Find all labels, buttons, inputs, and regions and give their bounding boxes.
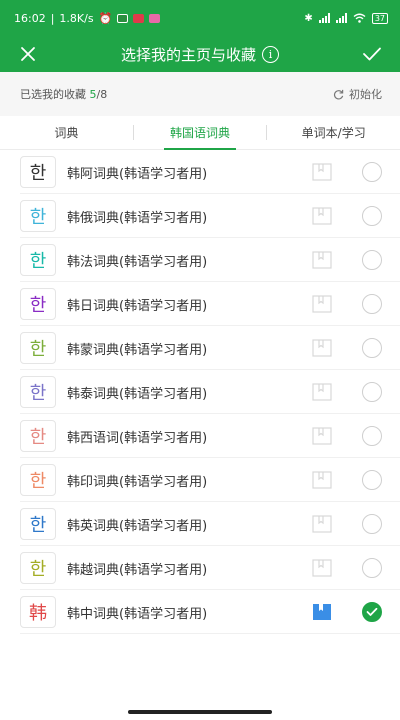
page-title: 选择我的主页与收藏 <box>120 45 256 64</box>
dictionary-badge-icon: 한 <box>20 288 56 320</box>
bookmark-icon[interactable] <box>312 295 332 313</box>
selection-summary: 已选我的收藏 5/8 初始化 <box>0 72 400 116</box>
bluetooth-icon: ✱ <box>304 12 313 24</box>
refresh-icon <box>333 89 344 99</box>
status-bar: 16:02 | 1.8K/s ⏰ ✱ 37 <box>0 0 400 36</box>
dictionary-badge-icon: 한 <box>20 244 56 276</box>
tab-dictionary[interactable]: 词典 <box>0 116 133 149</box>
dictionary-row[interactable]: 한 韩俄词典(韩语学习者用) <box>0 194 400 238</box>
tab-korean-dictionary[interactable]: 韩国语词典 <box>134 116 267 150</box>
selection-count: 已选我的收藏 5/8 <box>20 86 107 102</box>
dictionary-badge-icon: 한 <box>20 420 56 452</box>
bookmark-icon[interactable] <box>312 163 332 181</box>
bookmark-icon[interactable] <box>312 383 332 401</box>
status-right: ✱ 37 <box>304 12 388 24</box>
bookmark-icon[interactable] <box>312 207 332 225</box>
dictionary-label: 韩法词典(韩语学习者用) <box>67 254 208 270</box>
dictionary-label: 韩印词典(韩语学习者用) <box>67 474 208 490</box>
tab-bar: 词典 韩国语词典 单词本/学习 <box>0 116 400 150</box>
select-radio[interactable] <box>362 470 382 490</box>
bookmark-icon[interactable] <box>312 471 332 489</box>
close-icon <box>21 47 35 61</box>
status-speed: 1.8K/s <box>59 11 94 25</box>
dictionary-badge-icon: 한 <box>20 508 56 540</box>
dictionary-label: 韩阿词典(韩语学习者用) <box>67 166 208 182</box>
status-divider: | <box>50 11 55 25</box>
reset-button[interactable]: 初始化 <box>333 86 382 102</box>
dictionary-row[interactable]: 한 韩西语词(韩语学习者用) <box>0 414 400 458</box>
title-bar: 选择我的主页与收藏 i <box>0 36 400 72</box>
bookmark-icon[interactable] <box>312 559 332 577</box>
wifi-icon <box>353 13 366 23</box>
confirm-button[interactable] <box>358 40 386 68</box>
cell-signal-icon-2 <box>335 13 347 23</box>
tab-label: 韩国语词典 <box>170 126 231 140</box>
bookmark-icon[interactable] <box>312 515 332 533</box>
bookmark-icon[interactable] <box>312 603 332 621</box>
select-radio[interactable] <box>362 426 382 446</box>
dictionary-row[interactable]: 한 韩蒙词典(韩语学习者用) <box>0 326 400 370</box>
dictionary-row[interactable]: 한 韩法词典(韩语学习者用) <box>0 238 400 282</box>
select-radio[interactable] <box>362 514 382 534</box>
selected-check-icon[interactable] <box>362 602 382 622</box>
dictionary-label: 韩俄词典(韩语学习者用) <box>67 210 208 226</box>
dictionary-list: 한 韩阿词典(韩语学习者用) 한 韩俄词典(韩语学习者用) 한 韩法词典(韩语学习者用) 한… <box>0 150 400 634</box>
dictionary-badge-icon: 한 <box>20 332 56 364</box>
dictionary-label: 韩越词典(韩语学习者用) <box>67 562 208 578</box>
bookmark-icon[interactable] <box>312 339 332 357</box>
dictionary-label: 韩中词典(韩语学习者用) <box>67 606 208 622</box>
selection-label: 已选我的收藏 <box>20 88 86 101</box>
dictionary-label: 韩英词典(韩语学习者用) <box>67 518 208 534</box>
tab-label: 单词本/学习 <box>301 126 366 140</box>
close-button[interactable] <box>14 40 42 68</box>
select-radio[interactable] <box>362 382 382 402</box>
alarm-icon: ⏰ <box>98 11 113 25</box>
check-icon <box>363 47 381 61</box>
dictionary-row[interactable]: 한 韩印词典(韩语学习者用) <box>0 458 400 502</box>
select-radio[interactable] <box>362 294 382 314</box>
dictionary-row[interactable]: 한 韩阿词典(韩语学习者用) <box>0 150 400 194</box>
dictionary-badge-icon: 한 <box>20 156 56 188</box>
info-icon[interactable]: i <box>262 45 279 63</box>
total-count: /8 <box>96 88 108 101</box>
dictionary-row[interactable]: 한 韩英词典(韩语学习者用) <box>0 502 400 546</box>
app-icon-green <box>117 13 129 23</box>
dictionary-label: 韩蒙词典(韩语学习者用) <box>67 342 208 358</box>
app-icon-pink <box>149 13 161 23</box>
dictionary-badge-icon: 한 <box>20 376 56 408</box>
bookmark-icon[interactable] <box>312 427 332 445</box>
dictionary-badge-icon: 한 <box>20 200 56 232</box>
dictionary-row[interactable]: 한 韩泰词典(韩语学习者用) <box>0 370 400 414</box>
dictionary-badge-icon: 韩 <box>20 596 56 628</box>
tab-wordbook-study[interactable]: 单词本/学习 <box>267 116 400 149</box>
reset-label: 初始化 <box>349 88 382 101</box>
status-left: 16:02 | 1.8K/s ⏰ <box>14 11 161 25</box>
dictionary-row[interactable]: 한 韩日词典(韩语学习者用) <box>0 282 400 326</box>
home-indicator[interactable] <box>128 710 272 714</box>
dictionary-badge-icon: 한 <box>20 464 56 496</box>
status-time: 16:02 <box>14 11 46 25</box>
title-group: 选择我的主页与收藏 i <box>121 44 279 65</box>
select-radio[interactable] <box>362 558 382 578</box>
dictionary-label: 韩日词典(韩语学习者用) <box>67 298 208 314</box>
dictionary-label: 韩西语词(韩语学习者用) <box>67 430 208 446</box>
dictionary-row[interactable]: 韩韩中词典(韩语学习者用) <box>0 590 400 634</box>
select-radio[interactable] <box>362 162 382 182</box>
dictionary-row[interactable]: 한 韩越词典(韩语学习者用) <box>0 546 400 590</box>
battery-icon: 37 <box>371 12 388 24</box>
selected-count: 5 <box>89 88 97 101</box>
app-icon-red <box>133 13 145 23</box>
cell-signal-icon <box>318 13 330 23</box>
select-radio[interactable] <box>362 338 382 358</box>
bookmark-icon[interactable] <box>312 251 332 269</box>
tab-label: 词典 <box>54 126 79 140</box>
dictionary-label: 韩泰词典(韩语学习者用) <box>67 386 208 402</box>
select-radio[interactable] <box>362 250 382 270</box>
dictionary-badge-icon: 한 <box>20 552 56 584</box>
select-radio[interactable] <box>362 206 382 226</box>
